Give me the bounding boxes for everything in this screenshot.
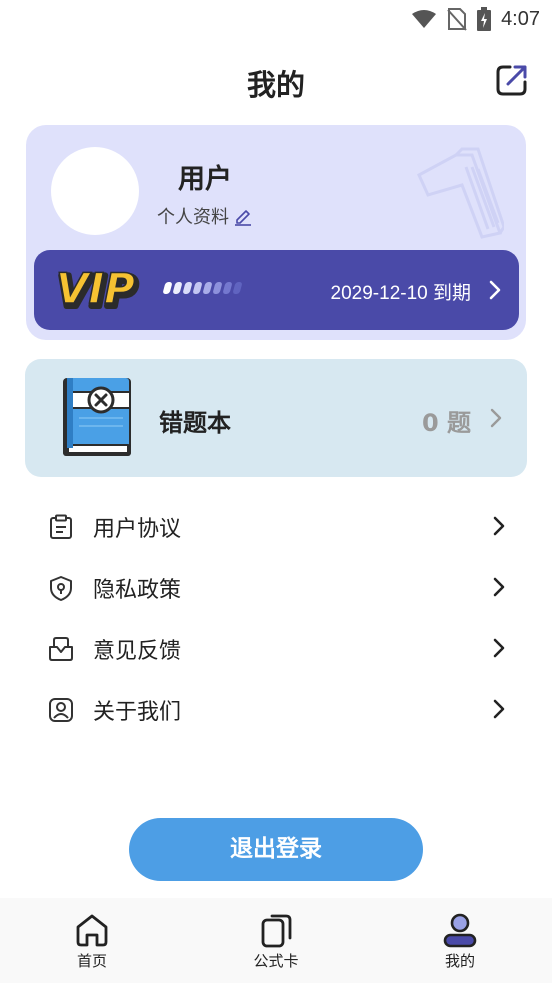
tab-formula-cards[interactable]: 公式卡	[226, 912, 326, 971]
cards-icon	[261, 914, 292, 948]
feedback-icon	[49, 637, 73, 661]
chevron-right-icon	[493, 516, 505, 536]
tab-label: 首页	[76, 952, 107, 970]
external-link-icon[interactable]	[494, 62, 530, 98]
wrong-book-count: 0 题	[421, 409, 471, 437]
profile-link-label: 个人资料	[157, 207, 229, 228]
menu-item-feedback[interactable]: 意见反馈	[0, 617, 552, 678]
chevron-right-icon	[489, 280, 501, 300]
settings-menu: 用户协议 隐私政策 意见反馈 关于我们	[0, 495, 552, 739]
chevron-right-icon	[490, 408, 502, 428]
status-bar: 4:07	[0, 0, 552, 40]
tab-label: 公式卡	[253, 952, 299, 970]
menu-label: 关于我们	[93, 700, 182, 725]
chevron-right-icon	[493, 577, 505, 597]
wifi-icon	[412, 10, 437, 28]
menu-item-user-agreement[interactable]: 用户协议	[0, 495, 552, 556]
user-icon	[49, 698, 73, 722]
menu-item-privacy-policy[interactable]: 隐私政策	[0, 556, 552, 617]
profile-link[interactable]: 个人资料	[157, 203, 253, 229]
menu-label: 隐私政策	[93, 578, 182, 603]
vip-expiry: 2029-12-10 到期	[330, 283, 471, 304]
chevron-right-icon	[493, 638, 505, 658]
menu-item-about-us[interactable]: 关于我们	[0, 678, 552, 739]
vip-progress-dots	[162, 282, 243, 294]
wrong-book-title: 错题本	[159, 409, 231, 437]
home-icon	[76, 914, 108, 947]
battery-charging-icon	[477, 7, 492, 31]
username: 用户	[178, 164, 232, 195]
logout-button[interactable]: 退出登录	[129, 818, 423, 881]
avatar[interactable]	[51, 147, 139, 235]
page-title: 我的	[246, 68, 305, 102]
chevron-right-icon	[493, 699, 505, 719]
tab-mine[interactable]: 我的	[410, 912, 510, 971]
svg-text:VIP: VIP	[56, 264, 135, 313]
no-sim-icon	[447, 8, 467, 31]
menu-label: 意见反馈	[93, 639, 182, 664]
header: 我的	[0, 48, 552, 112]
status-time: 4:07	[501, 7, 540, 30]
wrong-book-card[interactable]: 错题本 0 题	[25, 359, 527, 477]
shield-icon	[50, 576, 72, 601]
tab-label: 我的	[444, 952, 475, 970]
menu-label: 用户协议	[93, 517, 182, 542]
profile-card: 用户 个人资料 VIP VIP 2029-12-10 到期	[26, 125, 526, 340]
tab-home[interactable]: 首页	[42, 912, 142, 971]
profile-icon	[443, 913, 477, 948]
vip-logo: VIP VIP	[55, 263, 140, 317]
wrong-book-icon	[63, 378, 131, 456]
rank-one-icon	[417, 147, 504, 239]
vip-bar[interactable]: VIP VIP 2029-12-10 到期	[34, 250, 519, 330]
clipboard-icon	[50, 514, 72, 539]
edit-icon	[235, 210, 251, 226]
tab-bar: 首页 公式卡 我的	[0, 898, 552, 983]
